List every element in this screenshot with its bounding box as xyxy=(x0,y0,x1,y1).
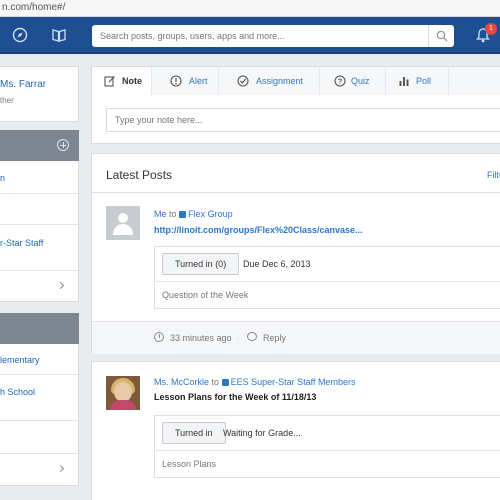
post-author[interactable]: Me xyxy=(154,209,167,219)
notification-badge[interactable]: 1 xyxy=(485,23,497,35)
tab-note[interactable]: Note xyxy=(92,67,152,95)
clock-icon xyxy=(154,332,164,342)
tab-label: Note xyxy=(122,76,142,86)
tab-quiz[interactable]: ? Quiz xyxy=(320,67,386,95)
turned-in-button[interactable]: Turned in (0) xyxy=(162,253,240,275)
groups-section-header xyxy=(0,130,79,161)
group-icon xyxy=(221,379,229,386)
avatar-face xyxy=(114,382,132,402)
tab-poll[interactable]: Poll xyxy=(386,67,449,95)
sidebar-item-label: n xyxy=(0,173,6,183)
post-to-word: to xyxy=(169,209,177,219)
attachment-caption[interactable]: Question of the Week xyxy=(162,290,248,300)
schools-list: lementary h School xyxy=(0,344,79,486)
post-group[interactable]: EES Super-Star Staff Members xyxy=(231,377,356,387)
tab-filler xyxy=(449,67,500,95)
compass-icon[interactable] xyxy=(12,27,28,43)
sidebar-item-label: h School xyxy=(0,387,36,397)
assignment-icon xyxy=(237,75,249,87)
separator-dot: · xyxy=(236,333,239,343)
post-time: 33 minutes ago xyxy=(170,333,232,343)
due-date: Due Dec 6, 2013 xyxy=(243,259,311,269)
profile-card: Ms. Farrar ther xyxy=(0,66,79,122)
book-icon[interactable] xyxy=(51,27,67,43)
post-card: Ms. McCorkle to EES Super-Star Staff Mem… xyxy=(91,361,500,500)
reply-link[interactable]: Reply xyxy=(263,333,286,343)
post-author[interactable]: Ms. McCorkle xyxy=(154,377,209,387)
search-box xyxy=(92,25,454,47)
alert-icon xyxy=(170,75,182,87)
feed-filter-link[interactable]: Filte xyxy=(487,170,500,180)
svg-text:?: ? xyxy=(338,79,342,86)
post-link[interactable]: http://linoit.com/groups/Flex%20Class/ca… xyxy=(154,225,363,235)
poll-icon xyxy=(399,77,409,86)
group-icon xyxy=(179,211,187,218)
avatar-head xyxy=(118,213,128,223)
url-text[interactable]: n.com/home#/ xyxy=(2,2,65,13)
note-icon xyxy=(104,76,115,87)
avatar-placeholder[interactable] xyxy=(106,206,140,240)
sidebar-item-school[interactable]: h School xyxy=(0,375,78,421)
schools-more[interactable] xyxy=(0,454,78,485)
profile-name[interactable]: Ms. Farrar xyxy=(0,79,46,90)
post-header: Me to Flex Group xyxy=(154,209,233,219)
search-input[interactable] xyxy=(92,25,422,47)
divider xyxy=(92,192,500,193)
search-button[interactable] xyxy=(428,25,454,47)
avatar-shirt xyxy=(110,400,136,410)
sidebar-item-group[interactable] xyxy=(0,194,78,225)
post-title: Lesson Plans for the Week of 11/18/13 xyxy=(154,392,317,402)
sidebar-item-group[interactable]: r-Star Staff xyxy=(0,225,78,271)
grade-status: Waiting for Grade... xyxy=(223,428,301,438)
tab-label: Quiz xyxy=(351,76,370,86)
chevron-right-icon xyxy=(56,281,65,290)
sidebar-item-label: lementary xyxy=(0,355,40,365)
post-group[interactable]: Flex Group xyxy=(188,209,233,219)
quiz-icon: ? xyxy=(334,75,346,87)
note-input[interactable] xyxy=(106,108,500,132)
tab-alert[interactable]: Alert xyxy=(152,67,219,95)
browser-url-bar[interactable]: n.com/home#/ xyxy=(0,0,500,17)
assignment-attachment: Turned in (0) Due Dec 6, 2013 Question o… xyxy=(154,246,500,309)
post-composer: Note Alert Assignment ? Quiz Poll Type y… xyxy=(91,66,500,144)
tab-label: Assignment xyxy=(256,76,304,86)
sidebar-item-group[interactable]: n xyxy=(0,161,78,194)
turned-in-button[interactable]: Turned in xyxy=(162,422,226,444)
chevron-right-icon xyxy=(56,464,65,473)
post-to-word: to xyxy=(211,377,220,387)
divider xyxy=(155,281,500,282)
tab-label: Alert xyxy=(189,76,208,86)
post-header: Ms. McCorkle to EES Super-Star Staff Mem… xyxy=(154,377,355,387)
sidebar-item-school[interactable]: lementary xyxy=(0,344,78,375)
latest-posts-card: Latest Posts Filte Me to Flex Group http… xyxy=(91,153,500,354)
profile-role: ther xyxy=(0,96,14,105)
schools-section-header xyxy=(0,313,79,344)
tab-label: Poll xyxy=(416,76,432,86)
sidebar-item-label: r-Star Staff xyxy=(0,238,44,248)
search-icon xyxy=(436,30,448,42)
composer-tabs: Note Alert Assignment ? Quiz Poll xyxy=(92,67,500,95)
groups-list: n r-Star Staff xyxy=(0,161,79,302)
tab-assignment[interactable]: Assignment xyxy=(219,67,320,95)
assignment-attachment: Turned in Waiting for Grade... Lesson Pl… xyxy=(154,415,500,478)
top-nav-bar: 1 xyxy=(0,17,500,54)
feed-title: Latest Posts xyxy=(106,168,173,182)
add-group-icon[interactable] xyxy=(57,139,69,151)
divider xyxy=(155,450,500,451)
sidebar-item-school[interactable] xyxy=(0,421,78,454)
attachment-caption[interactable]: Lesson Plans xyxy=(162,459,216,469)
avatar-body xyxy=(113,224,133,235)
groups-more[interactable] xyxy=(0,271,78,301)
reply-icon[interactable] xyxy=(247,332,257,341)
avatar[interactable] xyxy=(106,376,140,410)
post-footer: 33 minutes ago · Reply xyxy=(92,321,500,354)
